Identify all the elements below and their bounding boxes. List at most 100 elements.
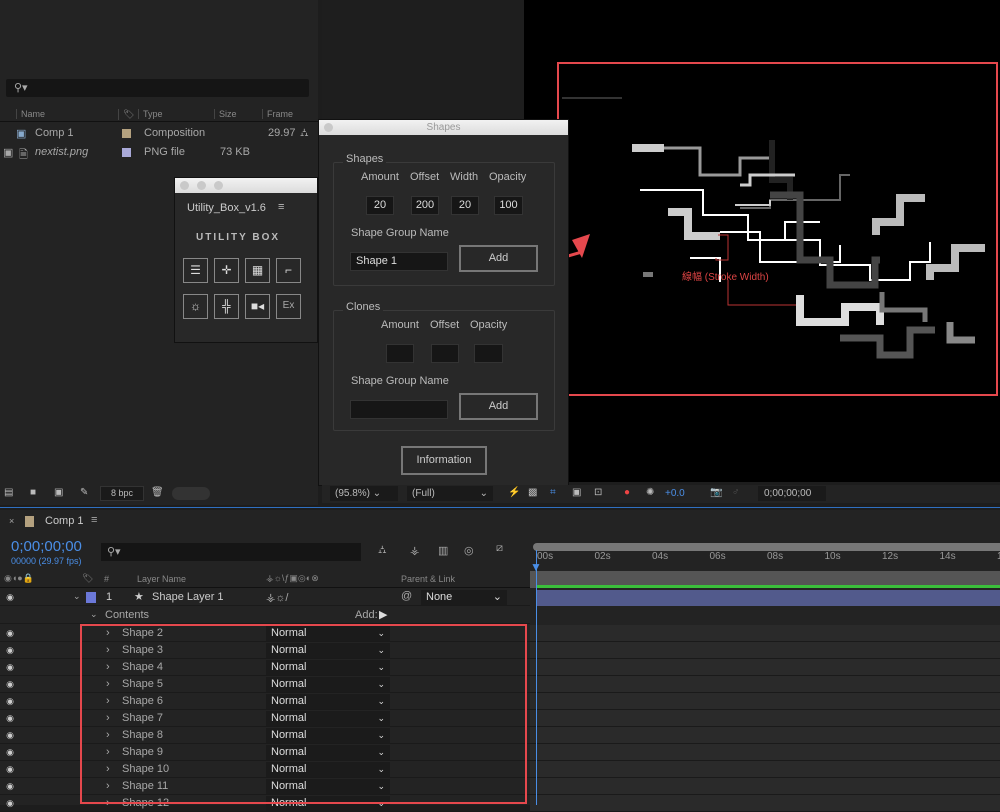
label-swatch[interactable] <box>122 129 131 138</box>
current-time-indicator[interactable] <box>536 550 537 805</box>
interpret-footage-icon[interactable]: ▤ <box>4 487 13 498</box>
exposure-value[interactable]: +0.0 <box>665 488 685 499</box>
layer-name[interactable]: Shape Layer 1 <box>152 591 224 603</box>
project-item-comp[interactable]: ▣ Comp 1 Composition 29.97 ⛼ <box>0 124 318 142</box>
contents-chevron-icon[interactable]: ⌄ <box>90 609 98 620</box>
clone-amount-input[interactable] <box>386 344 414 363</box>
shape-track[interactable] <box>530 761 1000 778</box>
visibility-icon[interactable]: ◉ <box>4 592 16 602</box>
folder-icon[interactable]: ■ <box>30 487 36 498</box>
amount-input[interactable]: 20 <box>366 196 394 215</box>
checkbox-icon[interactable]: ▣ <box>3 146 13 159</box>
visibility-icon[interactable]: ◉ <box>4 645 16 655</box>
fast-preview-icon[interactable]: ⚡ <box>508 487 520 498</box>
brush-icon[interactable]: ✎ <box>80 487 88 498</box>
color-management-icon[interactable]: ✺ <box>646 487 654 498</box>
path-icon[interactable]: ⌐ <box>276 258 301 283</box>
layer-name-column[interactable]: Layer Name <box>137 574 186 584</box>
layer-switches[interactable]: ⚶☼/ <box>266 591 288 604</box>
current-time-display[interactable]: 0;00;00;00 <box>11 538 82 555</box>
collapse-chevron-icon[interactable]: ⌄ <box>73 591 81 602</box>
menu-icon[interactable]: ≡ <box>278 201 284 213</box>
col-type[interactable]: Type <box>138 109 163 119</box>
frame-blending-icon[interactable]: ▥ <box>438 544 448 557</box>
visibility-icon[interactable]: ◉ <box>4 628 16 638</box>
split-icon[interactable]: ╬ <box>214 294 239 319</box>
col-frame[interactable]: Frame <box>262 109 293 119</box>
visibility-icon[interactable]: ◉ <box>4 713 16 723</box>
clone-group-name-input[interactable] <box>350 400 448 419</box>
shapes-titlebar[interactable]: Shapes <box>319 120 568 135</box>
expression-button[interactable]: Ex <box>276 294 301 319</box>
project-search-input[interactable]: ⚲▾ <box>6 79 309 97</box>
transparency-grid-icon[interactable]: ▩ <box>528 487 537 498</box>
layer-row[interactable]: ◉ ⌄ 1 ★ Shape Layer 1 ⚶☼/ @ None ⌄ <box>0 589 530 606</box>
thumbnail-slider[interactable] <box>172 487 210 500</box>
snapshot-icon[interactable]: 📷 <box>710 487 722 498</box>
shape-track[interactable] <box>530 676 1000 693</box>
visibility-icon[interactable]: ◉ <box>4 730 16 740</box>
shy-layers-icon[interactable]: ⚶ <box>410 544 419 557</box>
parent-select[interactable]: None ⌄ <box>421 590 507 605</box>
shape-track[interactable] <box>530 642 1000 659</box>
sun-icon[interactable]: ☼ <box>183 294 208 319</box>
offset-input[interactable]: 200 <box>411 196 439 215</box>
layer-label-swatch[interactable] <box>86 592 96 603</box>
shape-track[interactable] <box>530 625 1000 642</box>
visibility-icon[interactable]: ◉ <box>4 696 16 706</box>
visibility-icon[interactable]: ◉ <box>4 662 16 672</box>
zoom-button[interactable] <box>214 181 223 190</box>
close-button[interactable] <box>180 181 189 190</box>
shape-track[interactable] <box>530 744 1000 761</box>
channel-icon[interactable]: ● <box>624 487 630 498</box>
pickwhip-icon[interactable]: @ <box>401 590 412 602</box>
utility-box-titlebar[interactable] <box>175 178 317 193</box>
panel-menu-icon[interactable]: ≡ <box>91 514 97 526</box>
add-clones-button[interactable]: Add <box>459 393 538 420</box>
align-icon[interactable]: ☰ <box>183 258 208 283</box>
close-tab-icon[interactable]: × <box>9 516 14 526</box>
information-button[interactable]: Information <box>401 446 487 475</box>
composition-flowchart-icon[interactable]: ⛼ <box>378 544 387 558</box>
project-item-png[interactable]: ▣ 🗎 nextist.png PNG file 73 KB <box>0 143 318 161</box>
opacity-input[interactable]: 100 <box>494 196 523 215</box>
anchor-point-icon[interactable]: ✛ <box>214 258 239 283</box>
close-button[interactable] <box>324 123 333 132</box>
col-size[interactable]: Size <box>214 109 237 119</box>
show-snapshot-icon[interactable]: ♂ <box>732 487 740 498</box>
visibility-icon[interactable]: ◉ <box>4 747 16 757</box>
minimize-button[interactable] <box>197 181 206 190</box>
add-menu-icon[interactable]: ▶ <box>379 608 387 621</box>
clone-offset-input[interactable] <box>431 344 459 363</box>
col-name[interactable]: Name <box>16 109 45 119</box>
viewer-timecode[interactable]: 0;00;00;00 <box>758 486 826 501</box>
width-input[interactable]: 20 <box>451 196 479 215</box>
magnification-select[interactable]: (95.8%) ⌄ <box>330 486 398 501</box>
clone-opacity-input[interactable] <box>474 344 503 363</box>
flowchart-icon[interactable]: ⛼ <box>300 127 309 141</box>
label-swatch[interactable] <box>122 148 131 157</box>
camera-icon[interactable]: ■◂ <box>245 294 270 319</box>
add-shapes-button[interactable]: Add <box>459 245 538 272</box>
mask-visibility-icon[interactable]: ⌗ <box>550 487 556 498</box>
tab-comp-1[interactable]: Comp 1 <box>45 515 84 527</box>
resolution-select[interactable]: (Full) ⌄ <box>407 486 493 501</box>
playhead-icon[interactable]: ▼ <box>530 560 542 574</box>
new-comp-icon[interactable]: ▣ <box>54 487 63 498</box>
visibility-icon[interactable]: ◉ <box>4 781 16 791</box>
shape-group-name-input[interactable]: Shape 1 <box>350 252 448 271</box>
motion-blur-icon[interactable]: ◎ <box>464 544 474 557</box>
visibility-icon[interactable]: ◉ <box>4 764 16 774</box>
shape-track[interactable] <box>530 659 1000 676</box>
visibility-icon[interactable]: ◉ <box>4 679 16 689</box>
timeline-search-input[interactable]: ⚲▾ <box>101 543 361 561</box>
graph-editor-icon[interactable]: ⧄ <box>496 542 503 555</box>
shape-track[interactable] <box>530 710 1000 727</box>
shape-track[interactable] <box>530 778 1000 795</box>
visibility-icon[interactable]: ◉ <box>4 798 16 808</box>
shape-track[interactable] <box>530 795 1000 812</box>
bpc-button[interactable]: 8 bpc <box>100 486 144 501</box>
guides-icon[interactable]: ⊡ <box>594 487 602 498</box>
layer-duration-bar[interactable] <box>536 590 1000 606</box>
region-of-interest-icon[interactable]: ▣ <box>572 487 581 498</box>
